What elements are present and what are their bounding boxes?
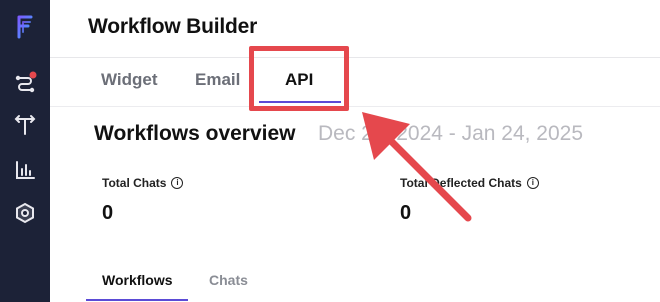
tab-email[interactable]: Email bbox=[195, 70, 240, 90]
metric-value-total-deflected-chats: 0 bbox=[400, 202, 412, 224]
tabs-divider bbox=[50, 106, 660, 107]
logo-icon[interactable] bbox=[12, 14, 38, 40]
notification-dot bbox=[29, 71, 37, 79]
overview-title: Workflows overview bbox=[94, 122, 296, 145]
settings-hex-icon[interactable] bbox=[12, 200, 38, 226]
sidebar bbox=[0, 0, 50, 302]
active-bottom-tab-indicator bbox=[86, 299, 188, 301]
metric-value-total-chats: 0 bbox=[102, 202, 114, 224]
channel-tabs: Widget Email API bbox=[88, 58, 660, 106]
tab-workflows[interactable]: Workflows bbox=[102, 272, 173, 288]
flow-icon[interactable] bbox=[12, 70, 38, 96]
metric-label-total-deflected-chats: Total Deflected Chats i bbox=[400, 176, 539, 190]
metric-label-text: Total Deflected Chats bbox=[400, 176, 522, 190]
page-title: Workflow Builder bbox=[88, 15, 258, 38]
annotation-highlight-box bbox=[249, 46, 349, 111]
tab-widget[interactable]: Widget bbox=[101, 70, 158, 90]
bar-chart-icon[interactable] bbox=[12, 157, 38, 183]
tab-chats[interactable]: Chats bbox=[209, 272, 248, 288]
info-icon[interactable]: i bbox=[526, 177, 539, 189]
info-icon[interactable]: i bbox=[171, 177, 184, 189]
date-range[interactable]: Dec 24, 2024 - Jan 24, 2025 bbox=[318, 122, 583, 146]
metric-label-text: Total Chats bbox=[102, 176, 167, 190]
app-window: Workflow Builder Widget Email API Workfl… bbox=[0, 0, 660, 302]
metric-label-total-chats: Total Chats i bbox=[102, 176, 184, 190]
split-icon[interactable] bbox=[12, 112, 38, 138]
